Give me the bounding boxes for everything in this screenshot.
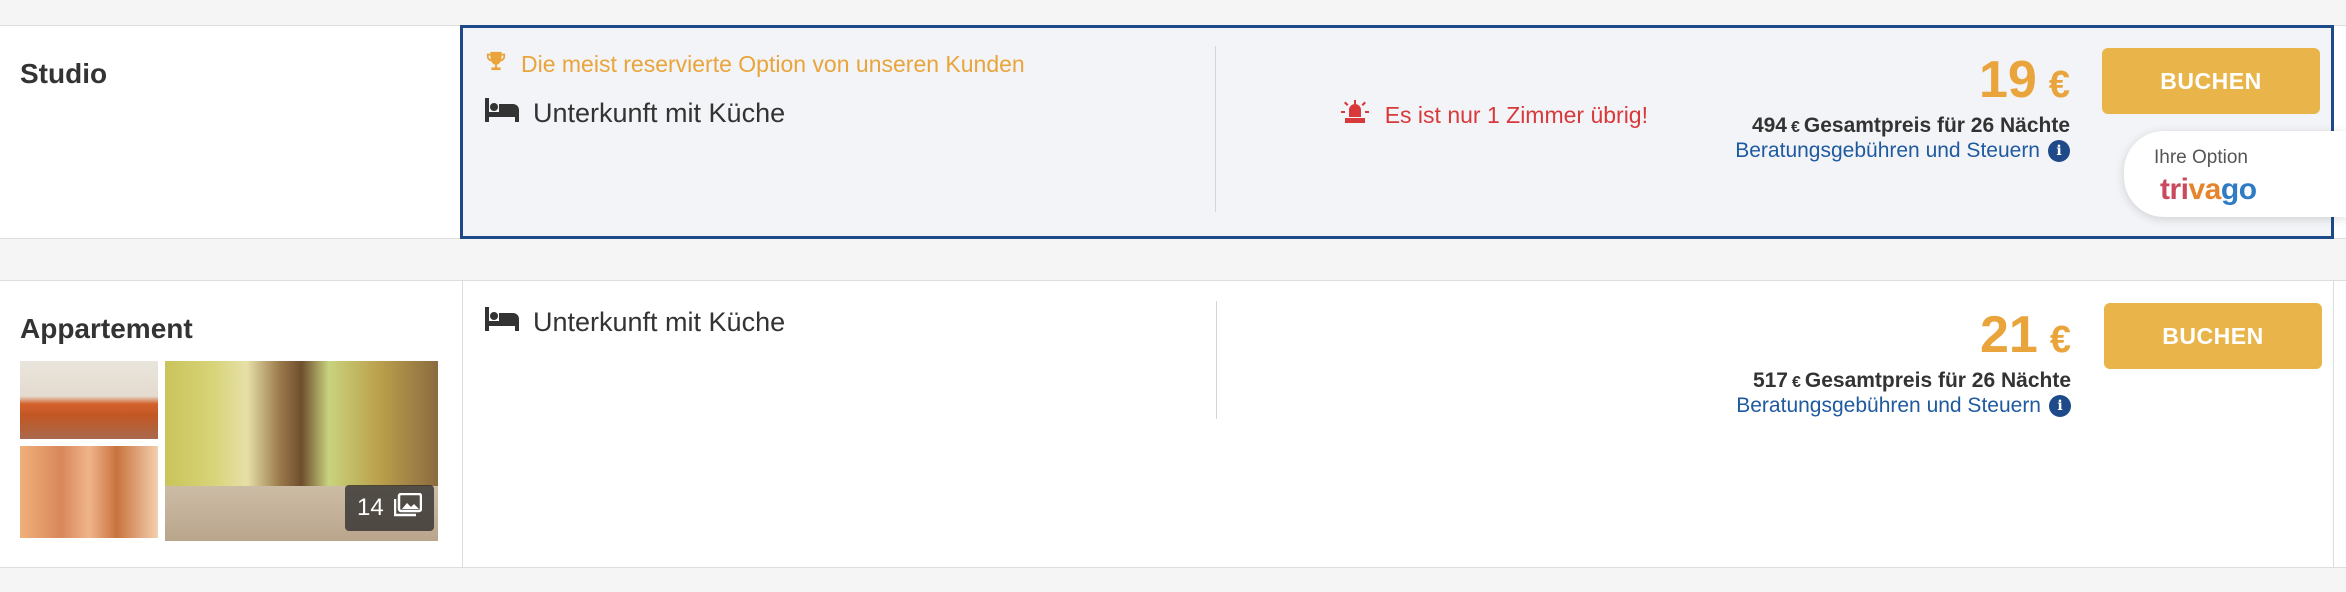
price-value: 19	[1979, 51, 2037, 109]
room-name: Studio	[20, 58, 108, 89]
fees-text[interactable]: Beratungsgebühren und Steuern	[1736, 394, 2041, 418]
feature-text: Unterkunft mit Küche	[533, 307, 786, 337]
price-currency: €	[2048, 64, 2070, 106]
images-icon	[393, 492, 422, 524]
total-currency: €	[1790, 119, 1800, 136]
photo-count-text: 14	[357, 494, 384, 521]
room-name: Appartement	[20, 313, 193, 344]
trophy-icon	[485, 50, 507, 78]
nightly-price: 19 €	[1979, 50, 2070, 110]
popular-badge: Die meist reservierte Option von unseren…	[485, 50, 1025, 78]
total-label: Gesamtpreis für 26 Nächte	[1804, 369, 2071, 392]
total-price: 517 € Gesamtpreis für 26 Nächte	[1753, 369, 2071, 393]
bed-icon	[485, 98, 519, 129]
urgency-text: Es ist nur 1 Zimmer übrig!	[1384, 101, 1648, 128]
info-icon[interactable]: i	[2048, 140, 2070, 162]
your-choice-label: Ihre Option	[2154, 147, 2248, 168]
book-button[interactable]: BUCHEN	[2104, 303, 2322, 369]
photo-count-badge[interactable]: 14	[345, 485, 434, 531]
price-value: 21	[1980, 306, 2038, 364]
total-amount: 494	[1751, 114, 1787, 137]
book-button[interactable]: BUCHEN	[2102, 48, 2320, 114]
nightly-price: 21 €	[1980, 305, 2071, 365]
your-choice-card: Ihre Option trivago	[2124, 131, 2346, 217]
total-currency: €	[1791, 374, 1801, 391]
trivago-logo: trivago	[2160, 173, 2257, 206]
room-photo-curtains[interactable]	[20, 446, 158, 538]
room-column: Studio	[0, 26, 462, 238]
fees-text[interactable]: Beratungsgebühren und Steuern	[1735, 139, 2040, 163]
photo-gallery[interactable]: 14	[20, 361, 440, 543]
feature-text: Unterkunft mit Küche	[533, 98, 786, 128]
urgency-notice: Es ist nur 1 Zimmer übrig!	[1340, 100, 1648, 130]
room-row-studio: Studio Die meist reservierte Option von …	[0, 25, 2346, 239]
bed-icon	[485, 307, 519, 338]
feature-kitchen: Unterkunft mit Küche	[485, 307, 785, 338]
info-icon[interactable]: i	[2049, 395, 2071, 417]
total-price: 494 € Gesamtpreis für 26 Nächte	[1752, 114, 2070, 138]
room-column: Appartement 14	[0, 281, 462, 567]
popular-badge-text: Die meist reservierte Option von unseren…	[521, 50, 1025, 77]
divider	[1215, 46, 1216, 212]
total-amount: 517	[1752, 369, 1788, 392]
fees-link[interactable]: Beratungsgebühren und Steuern i	[1736, 394, 2071, 418]
feature-kitchen: Unterkunft mit Küche	[485, 98, 785, 129]
room-photo-bedroom[interactable]	[20, 361, 158, 439]
divider	[1216, 301, 1217, 419]
fees-link[interactable]: Beratungsgebühren und Steuern i	[1735, 139, 2070, 163]
room-photo-living[interactable]: 14	[165, 361, 438, 541]
room-row-appartement: Appartement 14 Unterkunft mit Küche 21 €…	[0, 280, 2346, 568]
price-currency: €	[2049, 319, 2071, 361]
alarm-icon	[1340, 100, 1369, 130]
total-label: Gesamtpreis für 26 Nächte	[1803, 114, 2070, 137]
